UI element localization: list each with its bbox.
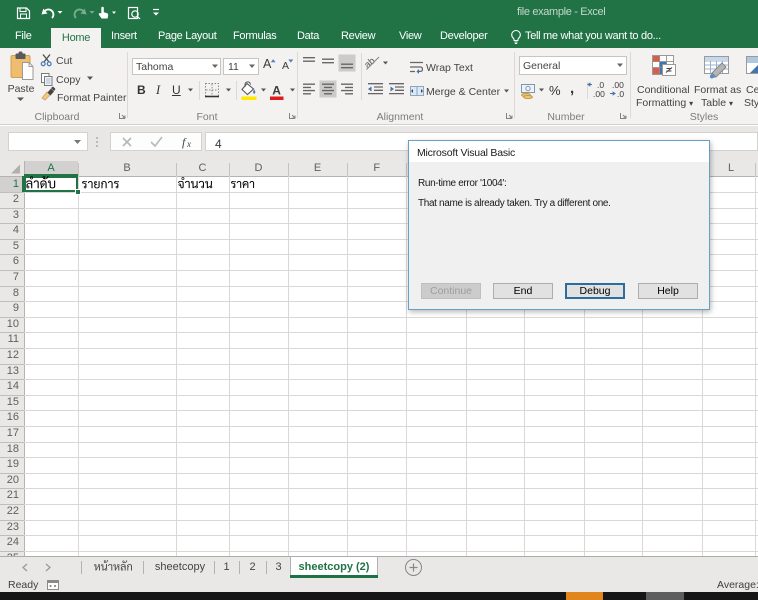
svg-text:.00: .00	[593, 89, 605, 99]
svg-text:ab: ab	[362, 56, 377, 71]
svg-text:A: A	[272, 84, 281, 98]
svg-text:x: x	[186, 139, 191, 149]
svg-text:.0: .0	[617, 89, 624, 99]
